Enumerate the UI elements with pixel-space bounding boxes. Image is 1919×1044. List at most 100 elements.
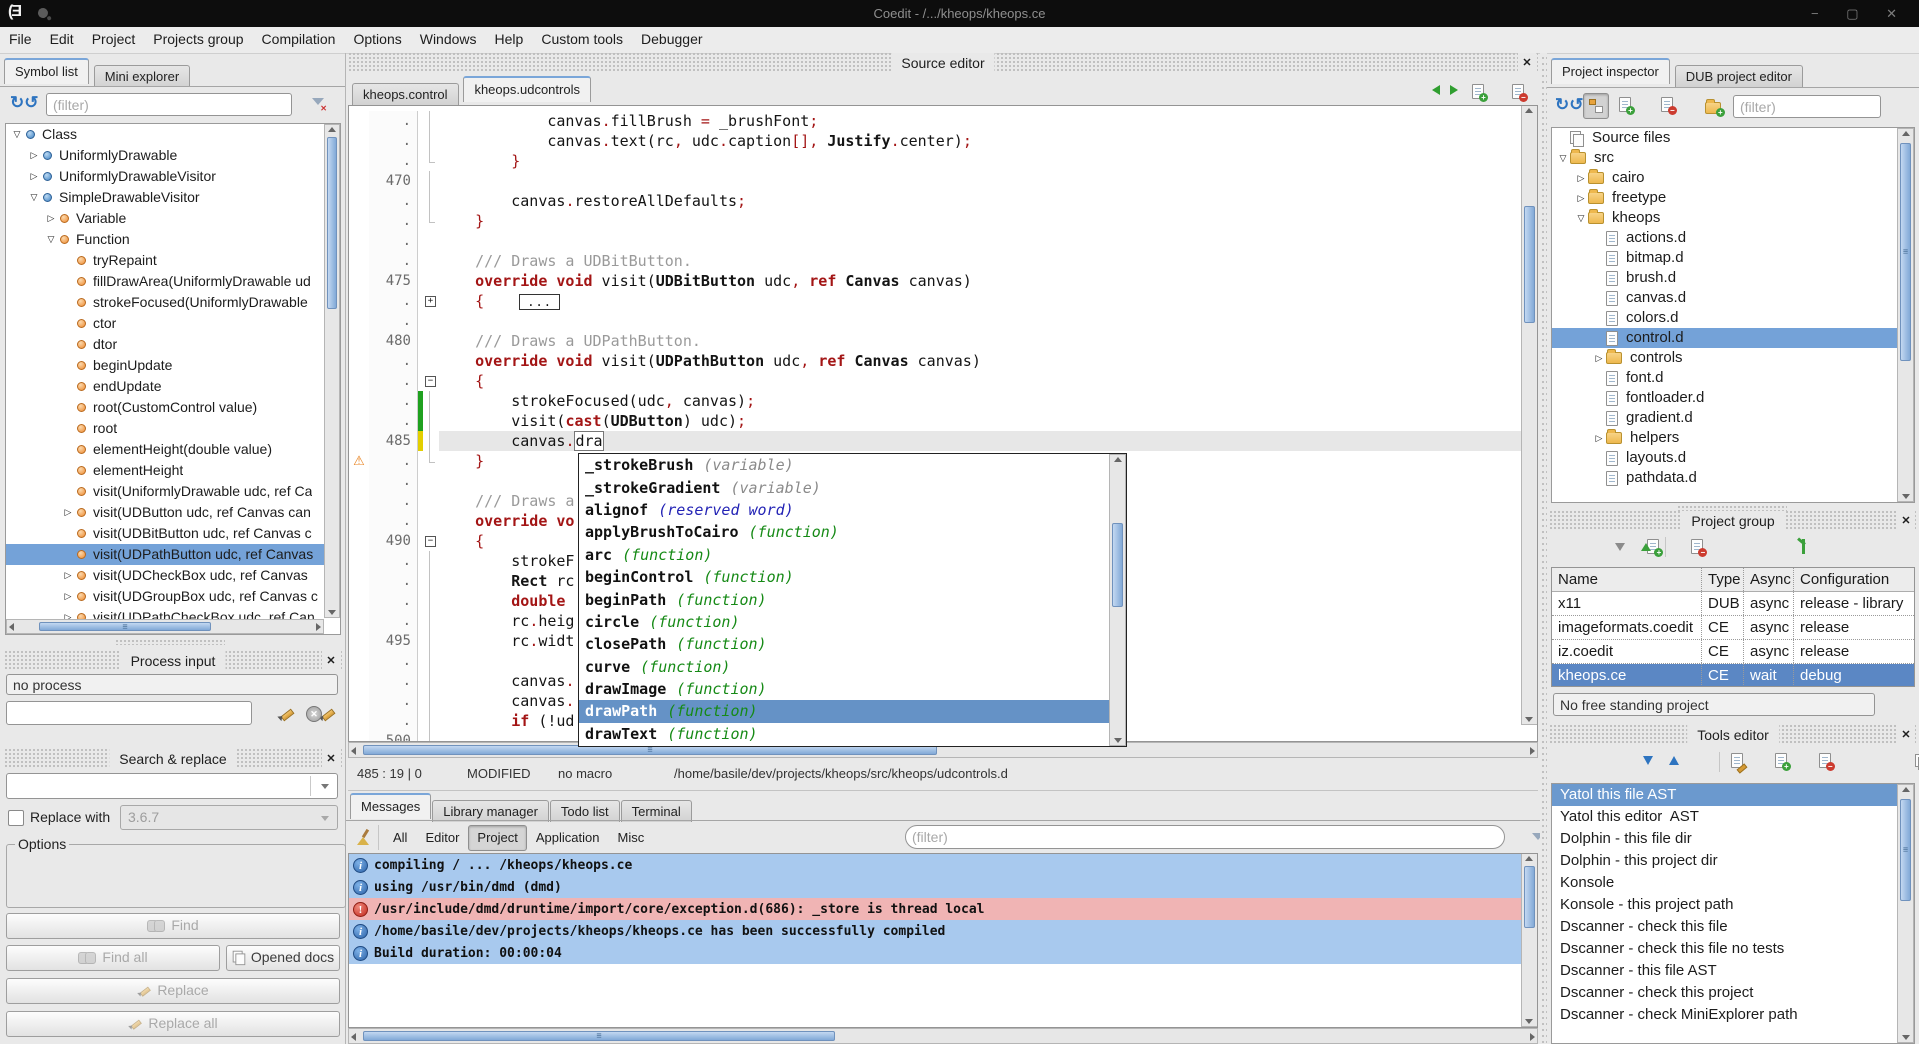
fold-collapse-icon[interactable]: −: [425, 536, 436, 547]
code-line[interactable]: 475 override void visit(UDBitButton udc,…: [349, 271, 1521, 291]
message-row[interactable]: iBuild duration: 00:00:04: [349, 942, 1521, 964]
move-tool-down-icon[interactable]: [1643, 756, 1653, 765]
collapse-icon[interactable]: ▽: [10, 124, 24, 145]
code-line[interactable]: 485 canvas.dra: [349, 431, 1521, 451]
project-row[interactable]: x11DUBasyncrelease - library: [1552, 592, 1914, 616]
replace-button[interactable]: Replace: [6, 978, 340, 1004]
expand-icon[interactable]: ▷: [1574, 188, 1588, 208]
filter-application-button[interactable]: Application: [527, 825, 609, 851]
menu-project[interactable]: Project: [83, 27, 145, 52]
tool-item[interactable]: Dscanner - check this file: [1552, 916, 1914, 938]
messages-hscrollbar[interactable]: ≡: [348, 1028, 1538, 1044]
tools-list-vscrollbar[interactable]: ≡: [1897, 784, 1914, 1043]
clone-tool-icon[interactable]: [1915, 754, 1919, 769]
add-tool-icon[interactable]: [1775, 753, 1787, 768]
symbol-item[interactable]: root(CustomControl value): [6, 397, 340, 418]
symbol-item[interactable]: strokeFocused(UniformlyDrawable: [6, 292, 340, 313]
column-header-name[interactable]: Name: [1552, 568, 1702, 591]
close-document-icon[interactable]: [1512, 84, 1524, 99]
chevron-down-icon[interactable]: [321, 784, 329, 793]
add-folder-icon[interactable]: [1705, 102, 1721, 114]
completion-item[interactable]: alignof(reserved word): [579, 499, 1109, 521]
completion-item[interactable]: beginControl(function): [579, 566, 1109, 588]
symbol-item[interactable]: tryRepaint: [6, 250, 340, 271]
file-item[interactable]: ▽kheops: [1552, 208, 1914, 228]
code-line[interactable]: .: [349, 311, 1521, 331]
expand-icon[interactable]: ▷: [61, 586, 75, 607]
completion-item[interactable]: circle(function): [579, 611, 1109, 633]
file-item[interactable]: canvas.d: [1552, 288, 1914, 308]
messages-filter-input[interactable]: [905, 825, 1505, 849]
symbol-item[interactable]: ▷visit(UDCheckBox udc, ref Canvas: [6, 565, 340, 586]
code-line[interactable]: .+ { ...: [349, 291, 1521, 311]
symbol-item[interactable]: visit(UniformlyDrawable udc, ref Ca: [6, 481, 340, 502]
remove-file-icon[interactable]: [1661, 97, 1673, 112]
search-term-combo[interactable]: [6, 773, 338, 799]
completion-item[interactable]: drawImage(function): [579, 678, 1109, 700]
tool-item[interactable]: Dolphin - this file dir: [1552, 828, 1914, 850]
file-item[interactable]: bitmap.d: [1552, 248, 1914, 268]
messages-vscrollbar[interactable]: [1521, 854, 1537, 1027]
symbol-item[interactable]: visit(UDPathButton udc, ref Canvas: [6, 544, 340, 565]
tab-dub-project-editor[interactable]: DUB project editor: [1675, 65, 1803, 87]
move-tool-up-icon[interactable]: [1669, 756, 1679, 765]
filter-editor-button[interactable]: Editor: [416, 825, 468, 851]
move-project-up-icon[interactable]: [1641, 543, 1651, 551]
tab-messages[interactable]: Messages: [350, 793, 431, 819]
async-mode-icon[interactable]: [1797, 539, 1810, 554]
menu-options[interactable]: Options: [344, 27, 410, 52]
refresh-symbols-icon[interactable]: ↻↺: [10, 93, 39, 113]
code-line[interactable]: . visit(cast(UDButton) udc);: [349, 411, 1521, 431]
tool-item[interactable]: Dscanner - check MiniExplorer path: [1552, 1004, 1914, 1026]
tool-item[interactable]: Dscanner - check this project: [1552, 982, 1914, 1004]
fold-expand-icon[interactable]: +: [425, 296, 436, 307]
filter-project-button[interactable]: Project: [468, 825, 526, 851]
symbol-item[interactable]: dtor: [6, 334, 340, 355]
collapse-icon[interactable]: ▽: [27, 187, 41, 208]
code-line[interactable]: 480 /// Draws a UDPathButton.: [349, 331, 1521, 351]
symbol-item[interactable]: elementHeight(double value): [6, 439, 340, 460]
completion-item[interactable]: drawPath(function): [579, 700, 1109, 722]
project-row[interactable]: iz.coeditCEasyncrelease: [1552, 640, 1914, 664]
messages-list[interactable]: icompiling / ... /kheops/kheops.ceiusing…: [348, 853, 1538, 1028]
symbol-tree-vscrollbar[interactable]: [324, 124, 340, 618]
files-tree-vscrollbar[interactable]: ≡: [1897, 128, 1914, 502]
code-line[interactable]: . canvas.fillBrush = _brushFont;: [349, 111, 1521, 131]
code-line[interactable]: . }: [349, 151, 1521, 171]
file-item[interactable]: colors.d: [1552, 308, 1914, 328]
code-line[interactable]: . }: [349, 211, 1521, 231]
completion-item[interactable]: arc(function): [579, 544, 1109, 566]
symbol-item[interactable]: ▷visit(UDButton udc, ref Canvas can: [6, 502, 340, 523]
tree-structure-toggle[interactable]: [1583, 93, 1609, 119]
menu-projects-group[interactable]: Projects group: [144, 27, 252, 52]
filter-misc-button[interactable]: Misc: [609, 825, 654, 851]
completion-item[interactable]: curve(function): [579, 656, 1109, 678]
editor-vscrollbar[interactable]: [1521, 106, 1537, 725]
code-line[interactable]: .− {: [349, 371, 1521, 391]
replace-with-checkbox[interactable]: [8, 810, 24, 826]
expand-icon[interactable]: ▷: [61, 565, 75, 586]
tool-item[interactable]: Dscanner - this file AST: [1552, 960, 1914, 982]
refresh-project-icon[interactable]: ↻↺: [1555, 95, 1584, 115]
expand-icon[interactable]: ▷: [1592, 348, 1606, 368]
previous-tab-icon[interactable]: [1432, 85, 1440, 95]
code-line[interactable]: 470: [349, 171, 1521, 191]
file-item[interactable]: control.d: [1552, 328, 1914, 348]
symbol-item[interactable]: visit(UDBitButton udc, ref Canvas c: [6, 523, 340, 544]
tab-symbol-list[interactable]: Symbol list: [4, 58, 89, 84]
file-item[interactable]: pathdata.d: [1552, 468, 1914, 488]
menu-windows[interactable]: Windows: [411, 27, 486, 52]
symbol-filter-input[interactable]: [46, 93, 292, 116]
code-line[interactable]: .: [349, 231, 1521, 251]
file-item[interactable]: ▷freetype: [1552, 188, 1914, 208]
menu-custom-tools[interactable]: Custom tools: [532, 27, 632, 52]
edit-tool-icon[interactable]: [1731, 753, 1743, 768]
code-line[interactable]: . strokeFocused(udc, canvas);: [349, 391, 1521, 411]
send-input-icon[interactable]: [279, 706, 294, 721]
tab-terminal[interactable]: Terminal: [621, 800, 692, 822]
code-line[interactable]: . canvas.restoreAllDefaults;: [349, 191, 1521, 211]
menu-file[interactable]: File: [0, 27, 41, 52]
expand-icon[interactable]: ▷: [1592, 428, 1606, 448]
close-search-replace-icon[interactable]: ✕: [322, 749, 340, 769]
remove-project-icon[interactable]: [1691, 539, 1703, 554]
